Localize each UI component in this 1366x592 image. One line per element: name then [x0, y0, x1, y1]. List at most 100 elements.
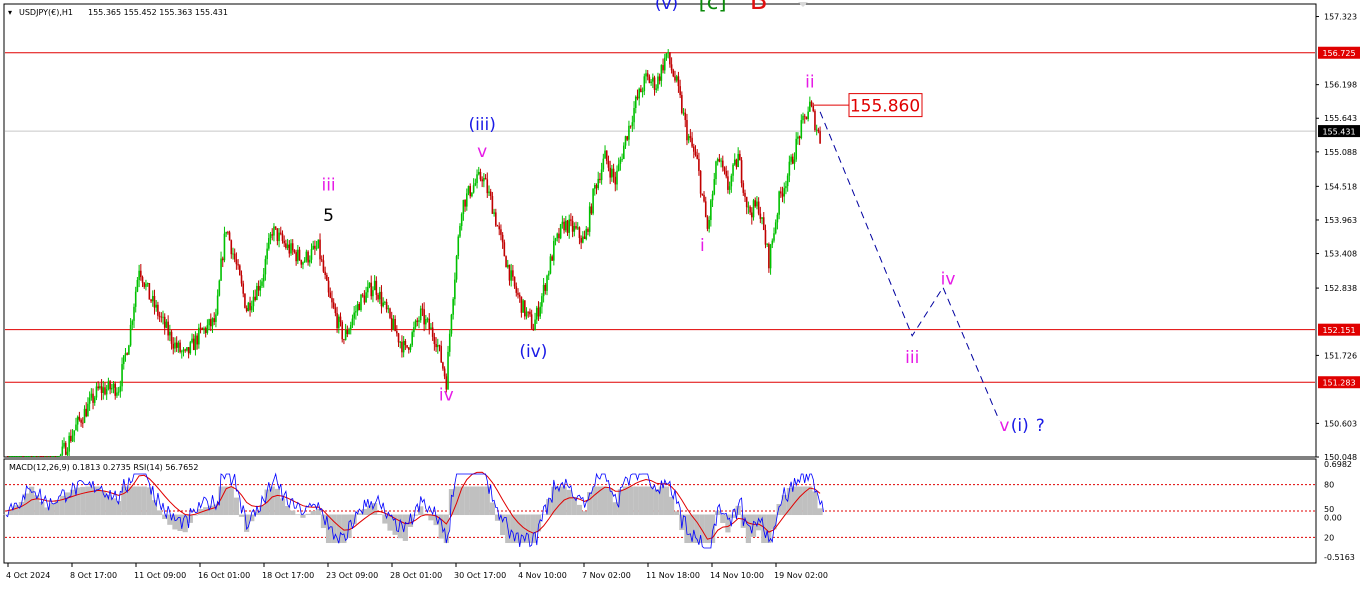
candle-body [223, 233, 226, 261]
candle-body [517, 292, 519, 295]
candle-body [559, 224, 562, 239]
candle-body [160, 316, 163, 318]
macd-histogram-bar [663, 486, 670, 516]
candle-body [266, 248, 268, 260]
candle-body [640, 88, 642, 93]
candle-body [283, 240, 285, 244]
candle-body [438, 345, 441, 346]
candle-body [363, 295, 366, 303]
macd-histogram-bar [479, 486, 485, 516]
candle-body [124, 353, 127, 356]
wave-label: (i) [1011, 416, 1029, 436]
candle-body [184, 349, 186, 351]
candle-body [810, 101, 813, 106]
macd-histogram-bar [49, 503, 55, 516]
chart-symbol: USDJPY(€),H1 [19, 8, 73, 17]
time-tick-label: 18 Oct 17:00 [262, 571, 314, 580]
candle-body [474, 183, 477, 186]
candle-body [611, 168, 613, 178]
candle-body [655, 88, 658, 90]
candle-body [268, 238, 270, 249]
candle-body [699, 170, 702, 194]
candle-body [505, 256, 507, 268]
candle-body [802, 115, 804, 121]
candle-body [583, 236, 586, 240]
candle-body [471, 192, 473, 197]
macd-histogram-bar [638, 486, 644, 516]
candle-body [367, 286, 369, 293]
candle-body [418, 320, 420, 322]
candle-body [295, 252, 297, 262]
candle-body [93, 397, 96, 403]
candle-body [812, 105, 815, 112]
candle-body [679, 86, 681, 96]
candle-body [44, 456, 47, 457]
candle-body [708, 219, 710, 229]
candle-body [800, 120, 803, 138]
candle-body [8, 456, 11, 457]
indicator-tick-label: -0.5163 [1324, 553, 1355, 562]
candle-body [349, 324, 352, 330]
candle-body [781, 193, 784, 197]
candle-body [256, 285, 258, 301]
candle-body [334, 307, 337, 314]
macd-histogram-bar [110, 498, 117, 516]
wave-label: ii [805, 73, 814, 93]
macd-histogram-bar [295, 514, 301, 516]
time-tick-label: 11 Nov 18:00 [646, 571, 700, 580]
macd-histogram-bar [817, 508, 823, 516]
candle-body [626, 136, 629, 140]
wave-label: 5 [323, 206, 334, 226]
candle-body [549, 256, 552, 274]
macd-histogram-bar [474, 486, 480, 516]
candle-body [107, 381, 110, 390]
wave-label: iv [439, 386, 454, 406]
candle-body [756, 201, 758, 207]
candle-body [696, 155, 698, 159]
macd-histogram-bar [720, 514, 726, 524]
macd-histogram-bar [146, 487, 152, 516]
chart-menu-icon[interactable]: ▾ [8, 8, 12, 17]
candle-body [778, 191, 780, 215]
candle-body [162, 316, 164, 318]
candle-body [353, 312, 355, 319]
candle-body [629, 125, 632, 127]
candle-body [326, 275, 328, 281]
candle-body [542, 284, 545, 297]
candle-body [122, 355, 125, 365]
candle-body [786, 175, 789, 187]
candle-body [518, 294, 521, 297]
candle-body [346, 330, 349, 335]
candle-body [728, 186, 731, 190]
candle-body [232, 253, 234, 255]
candle-body [413, 327, 415, 333]
candle-body [70, 435, 72, 442]
candle-body [102, 387, 105, 393]
candle-body [291, 243, 294, 251]
candle-body [269, 234, 272, 239]
candle-body [814, 111, 816, 131]
current-price-label: 155.431 [1322, 128, 1355, 137]
candle-body [785, 186, 787, 189]
candle-body [783, 188, 786, 197]
candle-body [203, 328, 205, 330]
candle-body [180, 351, 183, 353]
candle-body [675, 76, 678, 81]
candle-body [242, 283, 245, 294]
candle-body [199, 327, 202, 329]
time-tick-label: 19 Nov 02:00 [774, 571, 828, 580]
candle-body [442, 362, 444, 369]
candle-body [553, 240, 555, 261]
candle-body [595, 185, 598, 189]
candle-body [607, 160, 610, 168]
candle-body [155, 304, 157, 308]
candle-body [170, 331, 173, 344]
time-tick-label: 8 Oct 17:00 [70, 571, 117, 580]
candle-body [466, 193, 468, 207]
macd-histogram-bar [407, 514, 414, 527]
candle-body [317, 239, 320, 248]
candle-body [252, 296, 255, 307]
price-tick-label: 155.643 [1324, 114, 1357, 123]
candle-body [377, 294, 379, 300]
candle-body [305, 251, 308, 261]
